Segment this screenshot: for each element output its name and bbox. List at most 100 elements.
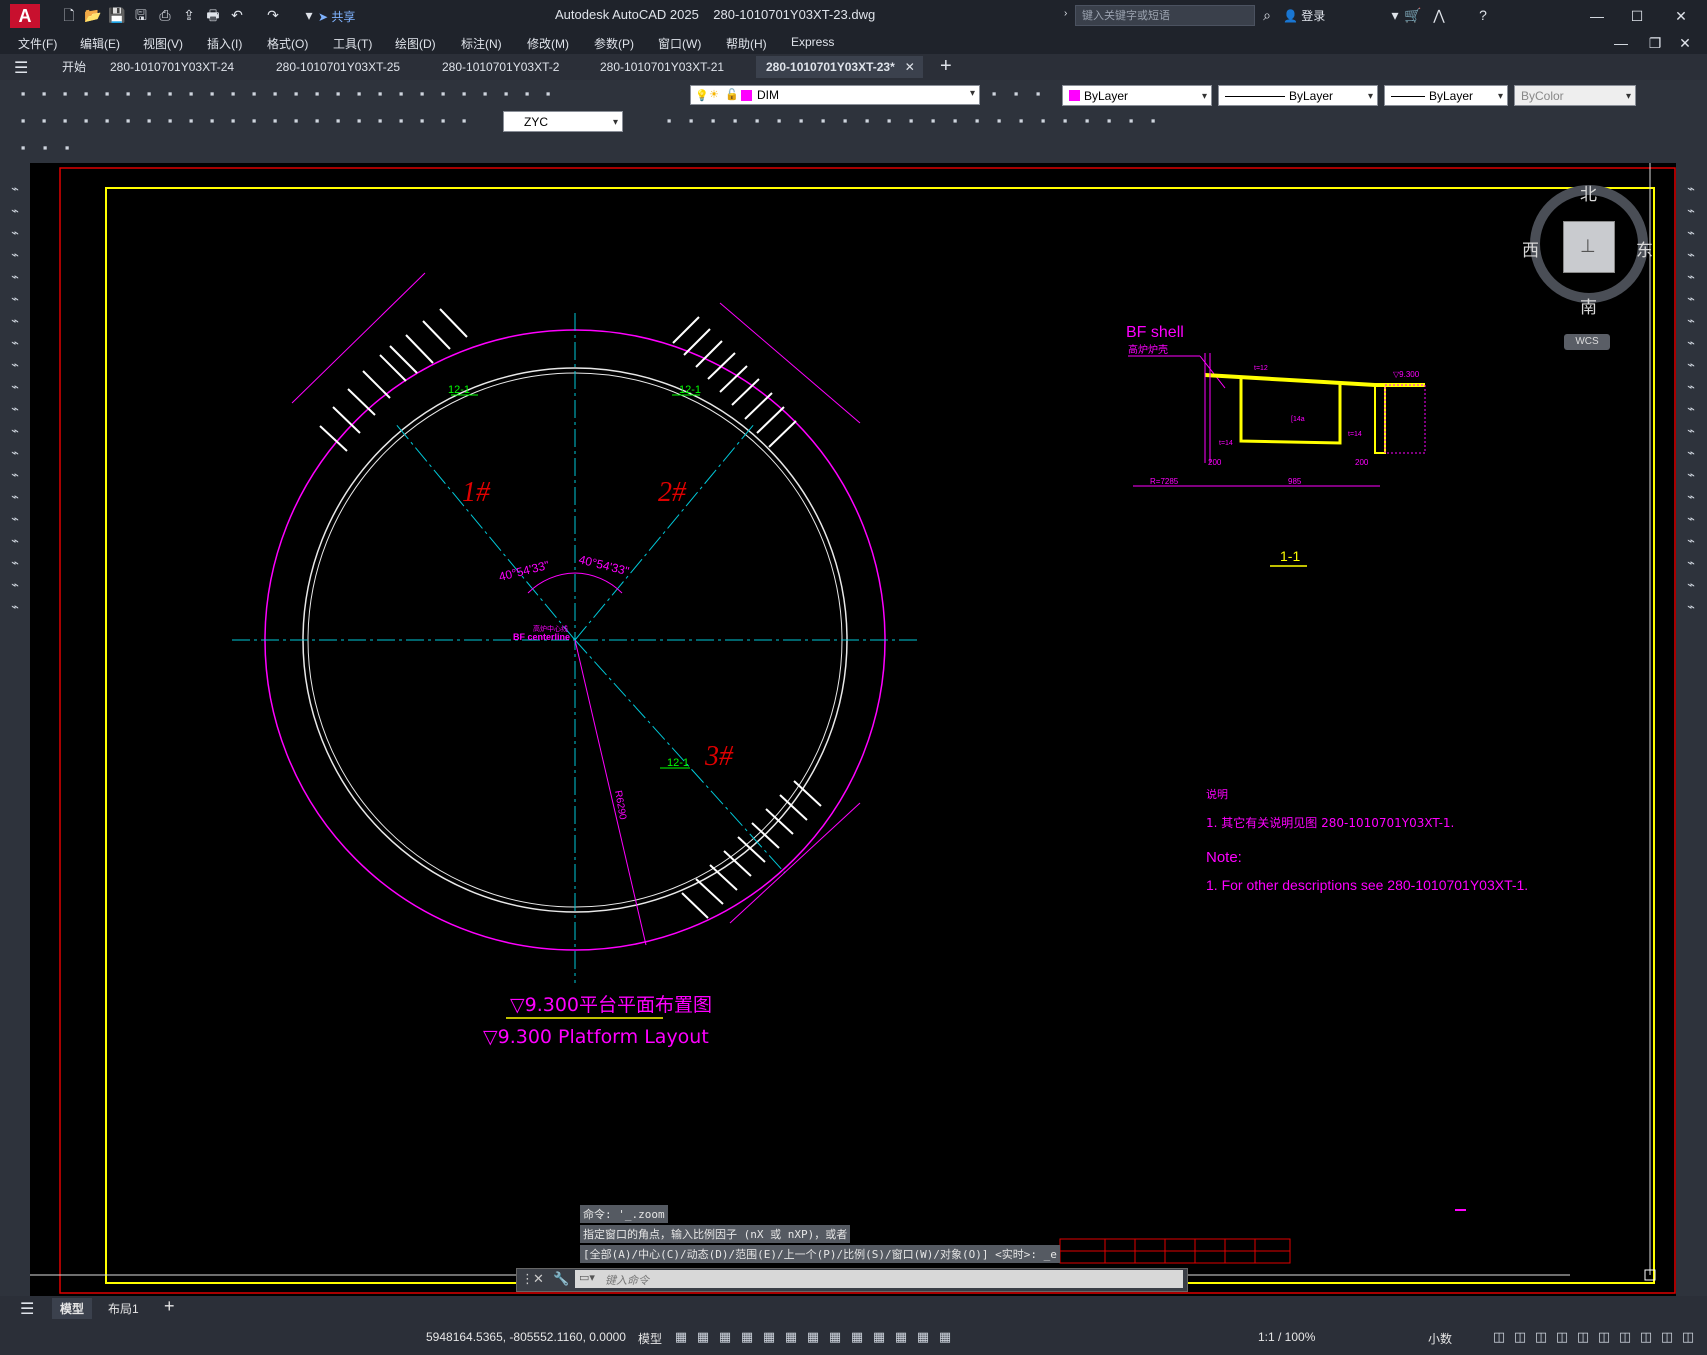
standard-tool-icon[interactable]: ▪: [434, 85, 452, 103]
draw-tool-icon[interactable]: ⌁: [6, 532, 24, 550]
menu-dimension[interactable]: 标注(N): [461, 35, 502, 52]
close-button[interactable]: ✕: [1666, 6, 1696, 26]
standard-tool-icon[interactable]: ▪: [413, 85, 431, 103]
standard-tool-icon[interactable]: ▪: [539, 85, 557, 103]
dimension-tool-icon[interactable]: ▪: [224, 112, 242, 130]
drawing-canvas[interactable]: 12-1 12-1 12-1 1# 2# 3# 40°54'33" 40°54'…: [30, 163, 1676, 1296]
status-toggle-icon[interactable]: ▦: [826, 1328, 844, 1346]
customize-qat-icon[interactable]: ▾: [300, 6, 318, 24]
view-tool-icon[interactable]: ▪: [814, 112, 832, 130]
viewcube-top-face[interactable]: ⊥: [1563, 221, 1615, 273]
status-toggle-icon[interactable]: ▦: [914, 1328, 932, 1346]
linetype-combo[interactable]: ByLayer ▾: [1218, 85, 1378, 106]
view-tool-icon[interactable]: ▪: [924, 112, 942, 130]
dimension-tool-icon[interactable]: ▪: [56, 112, 74, 130]
draw-tool-icon[interactable]: ⌁: [6, 246, 24, 264]
dimension-tool-icon[interactable]: ▪: [413, 112, 431, 130]
tab-drawing-25[interactable]: 280-1010701Y03XT-25: [266, 56, 410, 78]
draw-tool-icon[interactable]: ⌁: [6, 268, 24, 286]
modify-tool-icon[interactable]: ⌁: [1682, 400, 1700, 418]
modify-tool-icon[interactable]: ⌁: [1682, 290, 1700, 308]
coordinates-readout[interactable]: 5948164.5365, -805552.1160, 0.0000: [426, 1330, 626, 1344]
status-tool-icon[interactable]: ◫: [1532, 1328, 1550, 1346]
tab-drawing-24[interactable]: 280-1010701Y03XT-24: [100, 56, 244, 78]
status-toggle-icon[interactable]: ▦: [694, 1328, 712, 1346]
view-tool-icon[interactable]: ▪: [1122, 112, 1140, 130]
modify-tool-icon[interactable]: ⌁: [1682, 202, 1700, 220]
draw-tool-icon[interactable]: ⌁: [6, 488, 24, 506]
dimstyle-combo[interactable]: ZYC ▾: [503, 111, 623, 132]
standard-tool-icon[interactable]: ▪: [14, 85, 32, 103]
share-button[interactable]: ➤ 共享: [318, 8, 355, 25]
standard-tool-icon[interactable]: ▪: [287, 85, 305, 103]
extra-tool-icon[interactable]: ▪: [58, 139, 76, 157]
add-layout-button[interactable]: +: [164, 1296, 175, 1317]
standard-tool-icon[interactable]: ▪: [518, 85, 536, 103]
doc-restore-button[interactable]: ❐: [1640, 33, 1670, 53]
tab-model[interactable]: 模型: [52, 1298, 93, 1319]
doc-close-button[interactable]: ✕: [1670, 33, 1700, 53]
print-icon[interactable]: 🖶: [204, 6, 222, 24]
extra-tool-icon[interactable]: ▪: [36, 139, 54, 157]
draw-tool-icon[interactable]: ⌁: [6, 356, 24, 374]
tab-drawing-23[interactable]: 280-1010701Y03XT-23* ✕: [756, 56, 923, 78]
dimension-tool-icon[interactable]: ▪: [350, 112, 368, 130]
status-tool-icon[interactable]: ◫: [1637, 1328, 1655, 1346]
standard-tool-icon[interactable]: ▪: [476, 85, 494, 103]
dimension-tool-icon[interactable]: ▪: [392, 112, 410, 130]
status-tool-icon[interactable]: ◫: [1574, 1328, 1592, 1346]
view-tool-icon[interactable]: ▪: [660, 112, 678, 130]
tab-layout1[interactable]: 布局1: [108, 1300, 139, 1317]
view-tool-icon[interactable]: ▪: [902, 112, 920, 130]
search-expand-icon[interactable]: ›: [1064, 8, 1067, 19]
status-tool-icon[interactable]: ◫: [1658, 1328, 1676, 1346]
modify-tool-icon[interactable]: ⌁: [1682, 422, 1700, 440]
modify-tool-icon[interactable]: ⌁: [1682, 312, 1700, 330]
modify-tool-icon[interactable]: ⌁: [1682, 576, 1700, 594]
standard-tool-icon[interactable]: ▪: [350, 85, 368, 103]
draw-tool-icon[interactable]: ⌁: [6, 378, 24, 396]
standard-tool-icon[interactable]: ▪: [56, 85, 74, 103]
view-tool-icon[interactable]: ▪: [726, 112, 744, 130]
standard-tool-icon[interactable]: ▪: [140, 85, 158, 103]
standard-tool-icon[interactable]: ▪: [35, 85, 53, 103]
view-tool-icon[interactable]: ▪: [1078, 112, 1096, 130]
draw-tool-icon[interactable]: ⌁: [6, 290, 24, 308]
status-toggle-icon[interactable]: ▦: [848, 1328, 866, 1346]
modify-tool-icon[interactable]: ⌁: [1682, 356, 1700, 374]
export-icon[interactable]: ⎙: [156, 6, 174, 24]
modify-tool-icon[interactable]: ⌁: [1682, 510, 1700, 528]
viewcube-south[interactable]: 南: [1580, 293, 1597, 318]
menu-view[interactable]: 视图(V): [143, 35, 183, 52]
tab-start[interactable]: 开始: [52, 56, 96, 78]
view-tool-icon[interactable]: ▪: [770, 112, 788, 130]
standard-tool-icon[interactable]: ▪: [392, 85, 410, 103]
view-tool-icon[interactable]: ▪: [1100, 112, 1118, 130]
dimension-tool-icon[interactable]: ▪: [35, 112, 53, 130]
standard-tool-icon[interactable]: ▪: [308, 85, 326, 103]
status-tool-icon[interactable]: ◫: [1679, 1328, 1697, 1346]
search-input[interactable]: 键入关键字或短语: [1075, 5, 1255, 26]
plotstyle-combo[interactable]: ByColor ▾: [1514, 85, 1636, 106]
draw-tool-icon[interactable]: ⌁: [6, 202, 24, 220]
redo-icon[interactable]: ↷: [264, 6, 282, 24]
draw-tool-icon[interactable]: ⌁: [6, 444, 24, 462]
dimension-tool-icon[interactable]: ▪: [14, 112, 32, 130]
annotation-scale[interactable]: 1:1 / 100%: [1258, 1330, 1315, 1344]
close-tab-icon[interactable]: ✕: [905, 56, 915, 78]
draw-tool-icon[interactable]: ⌁: [6, 598, 24, 616]
menu-window[interactable]: 窗口(W): [658, 35, 701, 52]
cart-icon[interactable]: 🛒: [1404, 6, 1422, 24]
search-icon[interactable]: ⌕: [1258, 6, 1276, 24]
viewcube-east[interactable]: 东: [1636, 236, 1653, 261]
hamburger-menu-icon[interactable]: ☰: [14, 58, 28, 78]
status-toggle-icon[interactable]: ▦: [716, 1328, 734, 1346]
status-toggle-icon[interactable]: ▦: [782, 1328, 800, 1346]
standard-tool-icon[interactable]: ▪: [245, 85, 263, 103]
draw-tool-icon[interactable]: ⌁: [6, 576, 24, 594]
dimension-tool-icon[interactable]: ▪: [287, 112, 305, 130]
view-tool-icon[interactable]: ▪: [968, 112, 986, 130]
autocad-logo-icon[interactable]: A: [10, 4, 40, 28]
dimension-tool-icon[interactable]: ▪: [98, 112, 116, 130]
view-tool-icon[interactable]: ▪: [1144, 112, 1162, 130]
